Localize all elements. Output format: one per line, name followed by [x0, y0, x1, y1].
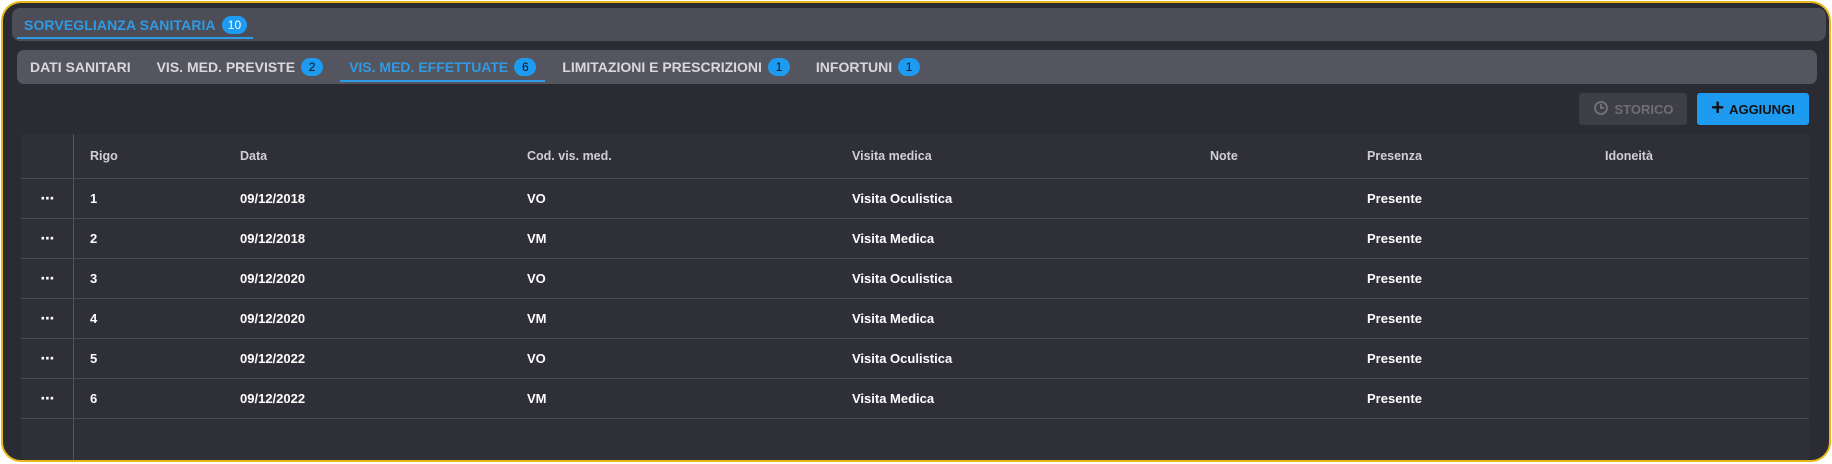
- tab-label: VIS. MED. EFFETTUATE: [349, 59, 509, 75]
- cell-rigo: 4: [90, 311, 98, 326]
- table-row[interactable]: ⋯ 6 09/12/2022 VM Visita Medica Presente: [21, 378, 1809, 418]
- cell-data: 09/12/2018: [240, 191, 306, 206]
- cell-rigo: 6: [90, 391, 98, 406]
- cell-rigo: 2: [90, 231, 98, 246]
- section-bar: SORVEGLIANZA SANITARIA 10: [12, 8, 1826, 41]
- cell-rigo: 5: [90, 351, 98, 366]
- aggiungi-label: AGGIUNGI: [1729, 101, 1795, 117]
- tab-label: VIS. MED. PREVISTE: [156, 59, 296, 75]
- table-header: Rigo Data Cod. vis. med. Visita medica N…: [21, 134, 1809, 178]
- table-row[interactable]: ⋯ 5 09/12/2022 VO Visita Oculistica Pres…: [21, 338, 1809, 378]
- history-icon: [1593, 100, 1609, 119]
- tab-vis-med-previste[interactable]: VIS. MED. PREVISTE 2: [144, 50, 336, 84]
- tab-label: DATI SANITARI: [30, 59, 131, 75]
- cell-visita: Visita Oculistica: [852, 191, 953, 206]
- visite-table: Rigo Data Cod. vis. med. Visita medica N…: [21, 134, 1809, 460]
- cell-presenza: Presente: [1367, 191, 1422, 206]
- cell-cod: VO: [527, 271, 546, 286]
- tab-label: INFORTUNI: [815, 59, 893, 75]
- table-row[interactable]: ⋯ 1 09/12/2018 VO Visita Oculistica Pres…: [21, 178, 1809, 218]
- cell-presenza: Presente: [1367, 311, 1422, 326]
- tab-count-badge: 1: [767, 58, 790, 76]
- row-menu-icon[interactable]: ⋯: [21, 179, 73, 218]
- cell-cod: VM: [527, 231, 547, 246]
- cell-presenza: Presente: [1367, 231, 1422, 246]
- row-menu-icon[interactable]: ⋯: [21, 339, 73, 378]
- tab-count-badge: 6: [514, 58, 537, 76]
- tab-vis-med-effettuate[interactable]: VIS. MED. EFFETTUATE 6: [336, 50, 549, 84]
- tab-count-badge: 1: [898, 58, 921, 76]
- row-menu-icon[interactable]: ⋯: [21, 379, 73, 418]
- cell-cod: VO: [527, 351, 546, 366]
- cell-visita: Visita Medica: [852, 391, 935, 406]
- column-header-idoneita[interactable]: Idoneità: [1605, 134, 1653, 178]
- column-header-rigo[interactable]: Rigo: [90, 134, 118, 178]
- column-header-presenza[interactable]: Presenza: [1367, 134, 1422, 178]
- table-row[interactable]: ⋯ 2 09/12/2018 VM Visita Medica Presente: [21, 218, 1809, 258]
- cell-presenza: Presente: [1367, 271, 1422, 286]
- cell-data: 09/12/2020: [240, 271, 306, 286]
- table-row[interactable]: ⋯ 3 09/12/2020 VO Visita Oculistica Pres…: [21, 258, 1809, 298]
- column-header-data[interactable]: Data: [240, 134, 267, 178]
- cell-visita: Visita Medica: [852, 311, 935, 326]
- table-end-divider: [21, 418, 1809, 419]
- panel-frame: SORVEGLIANZA SANITARIA 10 DATI SANITARI …: [1, 1, 1831, 462]
- tab-limitazioni-e-prescrizioni[interactable]: LIMITAZIONI E PRESCRIZIONI 1: [549, 50, 803, 84]
- cell-visita: Visita Oculistica: [852, 271, 953, 286]
- column-header-visita-medica[interactable]: Visita medica: [852, 134, 932, 178]
- cell-visita: Visita Oculistica: [852, 351, 953, 366]
- tab-count-badge: 2: [301, 58, 324, 76]
- section-title: SORVEGLIANZA SANITARIA: [24, 16, 216, 33]
- section-count-badge: 10: [221, 15, 248, 34]
- plus-icon: +: [1711, 95, 1725, 120]
- table-row[interactable]: ⋯ 4 09/12/2020 VM Visita Medica Presente: [21, 298, 1809, 338]
- row-menu-icon[interactable]: ⋯: [21, 219, 73, 258]
- storico-label: STORICO: [1614, 101, 1674, 117]
- cell-visita: Visita Medica: [852, 231, 935, 246]
- storico-button[interactable]: STORICO: [1579, 93, 1687, 125]
- tab-dati-sanitari[interactable]: DATI SANITARI: [17, 50, 144, 84]
- column-header-note[interactable]: Note: [1210, 134, 1238, 178]
- row-menu-icon[interactable]: ⋯: [21, 299, 73, 338]
- row-menu-icon[interactable]: ⋯: [21, 259, 73, 298]
- cell-rigo: 1: [90, 191, 98, 206]
- cell-data: 09/12/2022: [240, 391, 306, 406]
- tab-infortuni[interactable]: INFORTUNI 1: [803, 50, 933, 84]
- cell-presenza: Presente: [1367, 351, 1422, 366]
- sub-tabs-bar: DATI SANITARI VIS. MED. PREVISTE 2 VIS. …: [17, 50, 1817, 84]
- cell-cod: VM: [527, 311, 547, 326]
- cell-data: 09/12/2022: [240, 351, 306, 366]
- column-header-cod-vis-med[interactable]: Cod. vis. med.: [527, 134, 612, 178]
- cell-data: 09/12/2018: [240, 231, 306, 246]
- cell-data: 09/12/2020: [240, 311, 306, 326]
- tab-label: LIMITAZIONI E PRESCRIZIONI: [562, 59, 762, 75]
- cell-presenza: Presente: [1367, 391, 1422, 406]
- cell-cod: VO: [527, 191, 546, 206]
- cell-cod: VM: [527, 391, 547, 406]
- aggiungi-button[interactable]: + AGGIUNGI: [1697, 93, 1809, 125]
- cell-rigo: 3: [90, 271, 98, 286]
- section-active-indicator: [17, 37, 253, 39]
